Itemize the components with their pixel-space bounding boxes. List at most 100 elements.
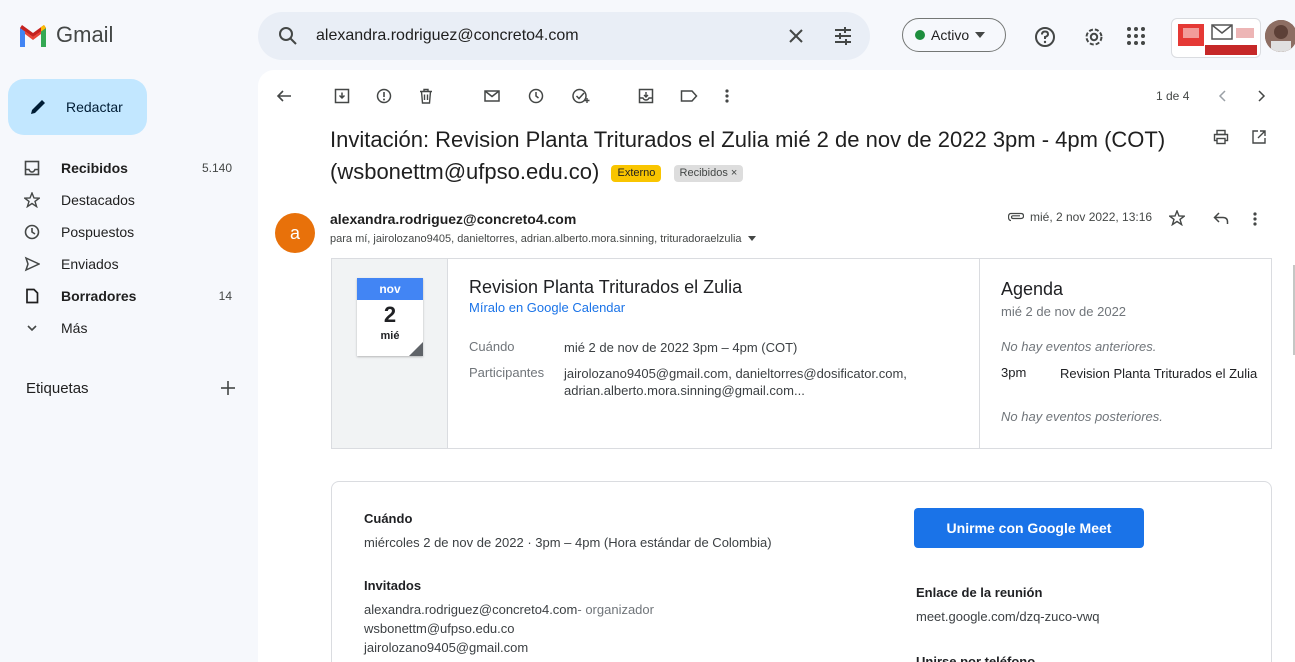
more-options-icon[interactable]	[1252, 211, 1258, 227]
invite-date-column: nov 2 mié	[332, 259, 448, 448]
no-previous-events: No hay eventos anteriores.	[1001, 339, 1157, 354]
sidebar-item-label: Destacados	[61, 192, 135, 208]
profile-photo-icon	[1265, 20, 1295, 52]
message-date: mié, 2 nov 2022, 13:16	[1030, 210, 1153, 224]
draft-icon	[26, 288, 39, 304]
details-guests-heading: Invitados	[364, 578, 422, 593]
recipients-text: para mí, jairolozano9405, danieltorres, …	[330, 233, 742, 245]
reply-icon[interactable]	[1213, 211, 1229, 225]
settings-icon[interactable]	[1082, 25, 1106, 49]
pencil-icon	[31, 100, 45, 114]
organizer-role: - organizador	[577, 602, 654, 617]
compose-button[interactable]: Redactar	[8, 79, 147, 135]
recipients-line[interactable]: para mí, jairolozano9405, danieltorres, …	[330, 233, 756, 245]
print-icon[interactable]	[1213, 129, 1229, 145]
sidebar-item-sent[interactable]: Enviados	[0, 248, 250, 280]
agenda-date: mié 2 de nov de 2022	[1001, 304, 1127, 319]
app-name: Gmail	[56, 22, 114, 47]
calendar-date-icon: nov 2 mié	[357, 278, 423, 356]
details-when-heading: Cuándo	[364, 511, 413, 526]
agenda-title: Agenda	[1001, 279, 1064, 299]
gmail-m-icon	[20, 24, 46, 47]
status-dropdown[interactable]: Activo	[902, 18, 1006, 52]
search-options-icon[interactable]	[832, 25, 854, 47]
star-icon[interactable]	[1169, 210, 1185, 226]
inbox-label-chip[interactable]: Recibidos ×	[673, 165, 744, 182]
search-bar[interactable]: alexandra.rodriguez@concreto4.com	[258, 12, 870, 60]
status-label: Activo	[931, 27, 970, 43]
snooze-icon[interactable]	[528, 88, 544, 104]
guest-email[interactable]: alexandra.rodriguez@concreto4.com	[364, 602, 577, 617]
previous-icon[interactable]	[1218, 90, 1228, 102]
inbox-icon	[24, 160, 40, 176]
guest-email[interactable]: jairolozano9405@gmail.com	[364, 638, 528, 657]
calendar-weekday: mié	[380, 330, 400, 342]
guest-organizer: alexandra.rodriguez@concreto4.com- organ…	[364, 600, 654, 619]
page-fold-icon	[409, 342, 423, 356]
message-panel: 1 de 4 Invitación: Revision Planta Tritu…	[258, 70, 1295, 662]
invite-details: Revision Planta Triturados el Zulia Míra…	[469, 277, 969, 398]
sender-address[interactable]: alexandra.rodriguez@concreto4.com	[330, 211, 576, 227]
mark-unread-icon[interactable]	[484, 88, 500, 104]
calendar-day: 2	[383, 302, 397, 327]
sidebar-nav: Recibidos 5.140 Destacados Pospuestos En…	[0, 152, 250, 344]
open-in-new-window-icon[interactable]	[1251, 129, 1267, 145]
apps-grid-icon[interactable]	[1126, 26, 1146, 46]
subject-text: Invitación: Revision Planta Triturados e…	[330, 127, 1166, 184]
clear-search-icon[interactable]	[786, 26, 806, 46]
agenda-event-time: 3pm	[1001, 365, 1027, 380]
compose-label: Redactar	[66, 99, 123, 115]
participants-value: jairolozano9405@gmail.com, danieltorres@…	[564, 366, 907, 398]
status-dot-icon	[915, 30, 925, 40]
sidebar-item-starred[interactable]: Destacados	[0, 184, 250, 216]
agenda-panel: Agenda mié 2 de nov de 2022 No hay event…	[979, 259, 1272, 448]
user-avatar[interactable]	[1265, 20, 1295, 52]
pagination-label: 1 de 4	[1156, 89, 1190, 103]
sender-avatar: a	[275, 213, 315, 253]
when-value: mié 2 de nov de 2022 3pm – 4pm (COT)	[564, 340, 798, 355]
sidebar-item-more[interactable]: Más	[0, 312, 250, 344]
help-icon[interactable]	[1034, 26, 1056, 48]
ufpso-logo-icon	[1178, 24, 1257, 55]
search-input[interactable]: alexandra.rodriguez@concreto4.com	[316, 27, 579, 45]
unread-count: 5.140	[201, 161, 232, 175]
agenda-event-name[interactable]: Revision Planta Triturados el Zulia	[1060, 365, 1260, 382]
event-title: Revision Planta Triturados el Zulia	[469, 277, 743, 297]
join-meet-button[interactable]: Unirme con Google Meet	[914, 508, 1144, 548]
gmail-logo[interactable]: Gmail	[18, 22, 113, 48]
sidebar-item-label: Pospuestos	[61, 224, 135, 240]
phone-heading: Unirse por teléfono	[916, 654, 1036, 662]
add-task-icon[interactable]	[572, 88, 590, 104]
view-in-calendar-link[interactable]: Míralo en Google Calendar	[469, 300, 969, 315]
archive-icon[interactable]	[334, 88, 350, 104]
sidebar-item-drafts[interactable]: Borradores 14	[0, 280, 250, 312]
calendar-month: nov	[357, 278, 423, 300]
message-meta: mié, 2 nov 2022, 13:16	[1008, 210, 1152, 224]
send-icon	[24, 256, 40, 272]
organization-logo[interactable]	[1171, 18, 1261, 58]
labels-heading: Etiquetas	[26, 380, 89, 397]
meeting-link[interactable]: meet.google.com/dzq-zuco-vwq	[916, 607, 1100, 626]
calendar-invite-card: nov 2 mié Revision Planta Triturados el …	[331, 258, 1272, 449]
external-chip: Externo	[611, 165, 662, 182]
chevron-down-icon	[27, 325, 37, 332]
back-arrow-icon[interactable]	[276, 88, 292, 104]
sidebar-item-inbox[interactable]: Recibidos 5.140	[0, 152, 250, 184]
caret-down-icon[interactable]	[747, 236, 756, 241]
add-label-icon[interactable]	[219, 379, 237, 397]
next-icon[interactable]	[1256, 90, 1266, 102]
details-when-text: miércoles 2 de nov de 2022 · 3pm – 4pm (…	[364, 535, 772, 550]
delete-icon[interactable]	[418, 88, 434, 104]
guest-email[interactable]: wsbonettm@ufpso.edu.co	[364, 619, 515, 638]
sidebar-item-label: Borradores	[61, 288, 137, 304]
draft-count: 14	[218, 289, 232, 303]
more-options-icon[interactable]	[724, 88, 730, 104]
sidebar-item-snoozed[interactable]: Pospuestos	[0, 216, 250, 248]
report-spam-icon[interactable]	[376, 88, 392, 104]
search-icon[interactable]	[278, 26, 298, 46]
label-icon[interactable]	[680, 88, 698, 104]
when-label: Cuándo	[469, 339, 515, 354]
participants-label: Participantes	[469, 365, 545, 380]
no-next-events: No hay eventos posteriores.	[1001, 409, 1163, 424]
move-to-icon[interactable]	[638, 88, 654, 104]
